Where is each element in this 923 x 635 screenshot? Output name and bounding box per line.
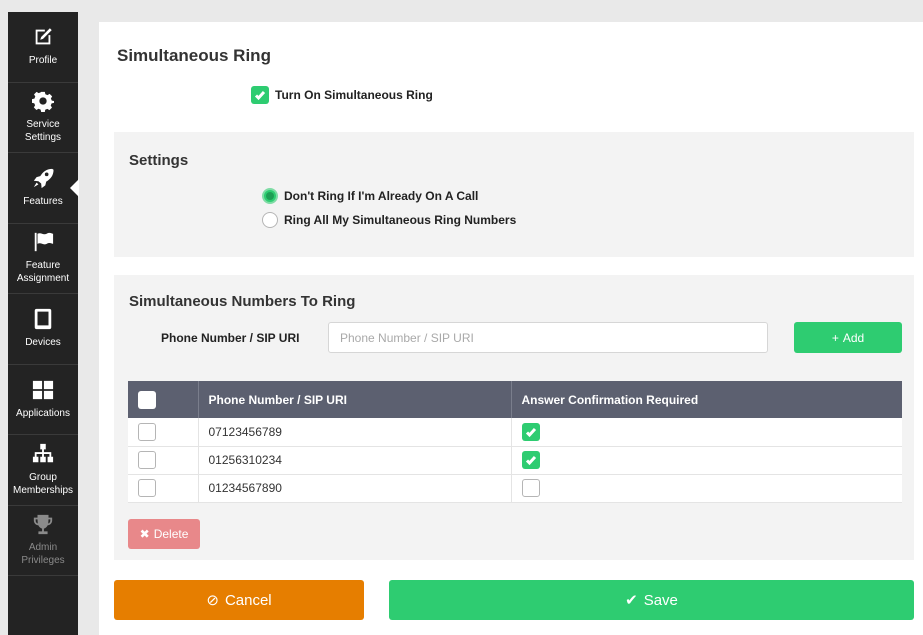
sidebar-item-label: Feature Assignment [16,260,70,285]
ban-icon: ⊘ [206,592,219,609]
select-all-checkbox[interactable] [138,390,156,409]
phone-field-label: Phone Number / SIP URI [161,331,300,345]
confirm-checkbox-checked[interactable] [521,451,540,469]
sidebar: Profile Service Settings Features Featur… [8,12,78,635]
table-row: 01234567890 [128,474,902,503]
toggle-label: Turn On Simultaneous Ring [275,88,433,102]
table-header-row: Phone Number / SIP URI Answer Confirmati… [128,381,902,418]
gear-icon [32,92,54,113]
row-select-cell [128,474,199,503]
numbers-table: Phone Number / SIP URI Answer Confirmati… [128,381,902,503]
device-icon [34,309,52,330]
sidebar-item-label: Group Memberships [12,471,74,496]
row-select-cell [128,418,199,447]
radio-ring-all[interactable]: Ring All My Simultaneous Ring Numbers [262,212,516,228]
radio-label: Ring All My Simultaneous Ring Numbers [284,213,517,227]
plus-icon: + [831,330,839,345]
cancel-button-label: Cancel [224,591,272,609]
phone-number-cell: 01234567890 [198,474,512,503]
phone-number-cell: 07123456789 [198,418,512,447]
sidebar-item-label: Service Settings [24,119,62,144]
sidebar-item-applications[interactable]: Applications [8,365,78,435]
rocket-icon [33,169,54,189]
trophy-icon [33,515,53,535]
delete-button-label: Delete [153,527,189,541]
save-button[interactable]: ✔ Save [389,580,914,620]
edit-icon [35,28,52,45]
confirm-cell [511,418,902,447]
numbers-title: Simultaneous Numbers To Ring [129,293,356,310]
radio-selected-icon[interactable] [262,188,278,204]
page-title: Simultaneous Ring [117,46,271,65]
confirm-cell [511,446,902,475]
table-row: 01256310234 [128,446,902,475]
phone-number-cell: 01256310234 [198,446,512,475]
column-header-number: Phone Number / SIP URI [198,381,512,418]
confirm-cell [511,474,902,503]
sidebar-item-feature-assignment[interactable]: Feature Assignment [8,224,78,294]
select-all-header [128,381,199,418]
confirm-checkbox-checked[interactable] [521,422,540,441]
row-select-cell [128,446,199,475]
radio-unselected-icon[interactable] [262,212,278,228]
row-checkbox[interactable] [138,422,156,441]
sidebar-item-label: Features [23,196,63,208]
row-checkbox[interactable] [138,451,156,469]
sidebar-item-label: Applications [16,407,70,419]
numbers-panel: Simultaneous Numbers To Ring Phone Numbe… [114,275,914,560]
checkbox-checked-icon[interactable] [251,86,269,104]
table-row: 07123456789 [128,418,902,447]
settings-title: Settings [129,152,189,169]
simultaneous-ring-toggle[interactable]: Turn On Simultaneous Ring [251,86,433,104]
confirm-checkbox-unchecked[interactable] [521,479,540,497]
column-header-confirm: Answer Confirmation Required [511,381,902,418]
add-button[interactable]: + Add [794,322,902,353]
sidebar-item-devices[interactable]: Devices [8,294,78,365]
save-button-label: Save [643,591,678,609]
row-checkbox[interactable] [138,479,156,497]
add-button-label: Add [842,330,865,345]
radio-dont-ring[interactable]: Don't Ring If I'm Already On A Call [262,188,478,204]
check-icon: ✔ [625,592,638,609]
sidebar-item-profile[interactable]: Profile [8,12,78,83]
sidebar-item-admin-privileges[interactable]: Admin Privileges [8,506,78,576]
sidebar-item-features[interactable]: Features [8,153,78,224]
grid-icon [32,380,54,399]
sidebar-item-label: Devices [25,337,61,349]
sidebar-item-label: Admin Privileges [21,542,65,567]
sidebar-item-label: Profile [28,55,58,67]
radio-label: Don't Ring If I'm Already On A Call [284,189,479,203]
sitemap-icon [32,443,54,462]
cancel-button[interactable]: ⊘ Cancel [114,580,364,620]
settings-panel: Settings Don't Ring If I'm Already On A … [114,132,914,257]
sidebar-item-group-memberships[interactable]: Group Memberships [8,435,78,506]
delete-button[interactable]: ✖ Delete [128,519,200,549]
phone-number-input[interactable] [328,322,768,353]
main-panel: Simultaneous Ring Turn On Simultaneous R… [99,22,923,635]
close-icon: ✖ [139,527,150,541]
sidebar-item-service-settings[interactable]: Service Settings [8,83,78,153]
flag-icon [34,233,54,252]
